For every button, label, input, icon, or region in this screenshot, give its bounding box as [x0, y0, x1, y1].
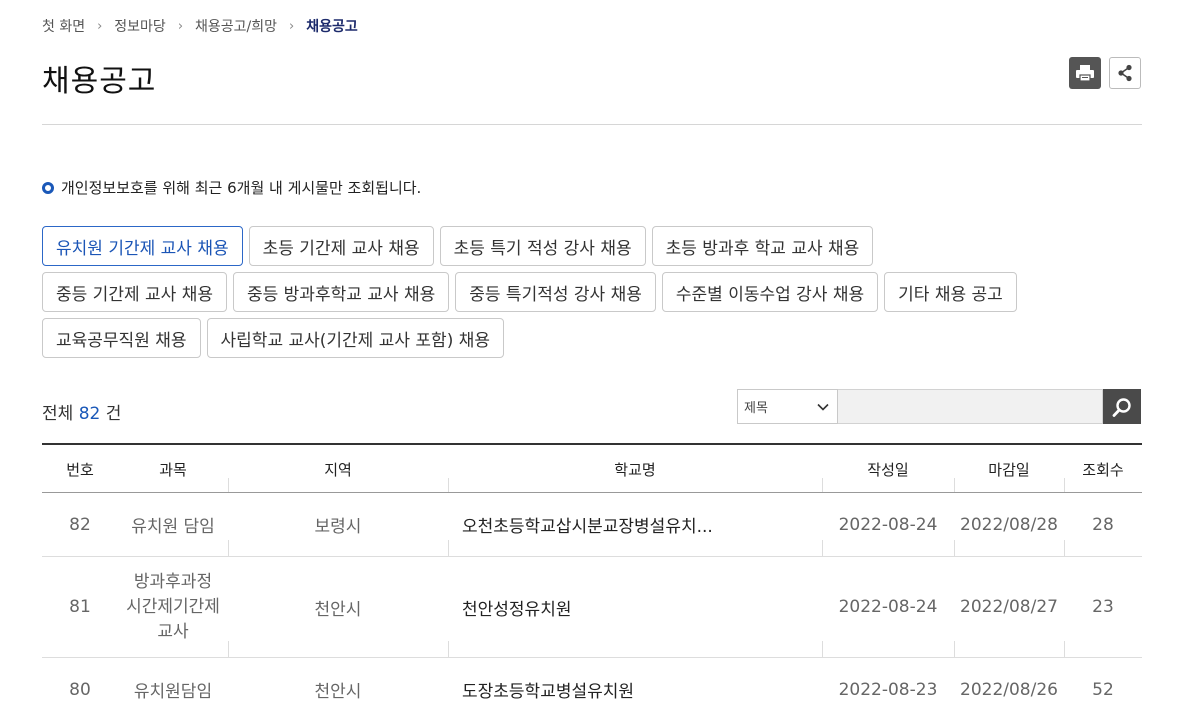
cell-number: 81: [69, 597, 91, 617]
total-suffix: 건: [105, 404, 122, 424]
share-button[interactable]: [1109, 57, 1141, 89]
privacy-notice: 개인정보보호를 위해 최근 6개월 내 게시물만 조회됩니다.: [42, 177, 421, 198]
column-divider: [448, 641, 449, 657]
breadcrumb-jobs-hope[interactable]: 채용공고/희망: [195, 16, 277, 36]
category-kindergarten-temp-teacher[interactable]: 유치원 기간제 교사 채용: [42, 226, 243, 266]
column-divider: [448, 540, 449, 556]
chevron-right-icon: ›: [97, 18, 103, 34]
column-divider: [1064, 540, 1065, 556]
chevron-right-icon: ›: [289, 18, 295, 34]
category-private-school-teacher[interactable]: 사립학교 교사(기간제 교사 포함) 채용: [206, 318, 505, 358]
header-school: 학교명: [614, 460, 656, 479]
column-divider: [822, 478, 823, 492]
table-row[interactable]: 82 유치원 담임 보령시 오천초등학교삽시분교장병설유치... 2022-08…: [42, 493, 1142, 557]
chevron-down-icon: [817, 403, 829, 411]
search-field-select[interactable]: 제목: [737, 389, 838, 424]
cell-views: 52: [1092, 679, 1114, 700]
column-divider: [228, 641, 229, 657]
column-divider: [228, 540, 229, 556]
breadcrumb-home[interactable]: 첫 화면: [42, 16, 85, 36]
cell-written-date: 2022-08-24: [838, 597, 938, 617]
category-elementary-special-aptitude[interactable]: 초등 특기 적성 강사 채용: [439, 226, 646, 266]
column-divider: [228, 478, 229, 492]
cell-deadline: 2022/08/26: [960, 679, 1058, 700]
cell-region: 천안시: [314, 682, 362, 702]
cell-deadline: 2022/08/28: [960, 514, 1058, 535]
cell-views: 28: [1092, 514, 1114, 535]
column-divider: [954, 478, 955, 492]
category-level-class-instructor[interactable]: 수준별 이동수업 강사 채용: [661, 272, 879, 312]
header-written-date: 작성일: [867, 460, 909, 479]
search-field-value: 제목: [744, 401, 768, 416]
category-row: 유치원 기간제 교사 채용 초등 기간제 교사 채용 초등 특기 적성 강사 채…: [42, 226, 879, 266]
header-views: 조회수: [1082, 460, 1124, 479]
search-button[interactable]: [1103, 389, 1141, 424]
breadcrumb: 첫 화면 › 정보마당 › 채용공고/희망 › 채용공고: [42, 15, 358, 37]
header-subject: 과목: [159, 460, 187, 479]
category-row: 중등 기간제 교사 채용 중등 방과후학교 교사 채용 중등 특기적성 강사 채…: [42, 272, 1023, 312]
category-elementary-afterschool[interactable]: 초등 방과후 학교 교사 채용: [651, 226, 874, 266]
cell-subject: 유치원 담임: [131, 517, 215, 537]
table-row[interactable]: 81 방과후과정 시간제기간제교사 천안시 천안성정유치원 2022-08-24…: [42, 557, 1142, 658]
category-secondary-afterschool[interactable]: 중등 방과후학교 교사 채용: [232, 272, 450, 312]
cell-subject: 방과후과정 시간제기간제교사: [126, 571, 220, 642]
table-header: 번호 과목 지역 학교명 작성일 마감일 조회수: [42, 445, 1142, 493]
bullet-icon: [42, 181, 54, 194]
column-divider: [822, 540, 823, 556]
total-number: 82: [78, 404, 101, 424]
column-divider: [448, 478, 449, 492]
total-count: 전체 82 건: [42, 399, 121, 424]
search-input[interactable]: [838, 389, 1103, 424]
privacy-notice-text: 개인정보보호를 위해 최근 6개월 내 게시물만 조회됩니다.: [61, 179, 422, 197]
share-icon: [1118, 64, 1132, 82]
cell-views: 23: [1092, 597, 1114, 617]
page-title: 채용공고: [42, 64, 157, 99]
category-row: 교육공무직원 채용 사립학교 교사(기간제 교사 포함) 채용: [42, 318, 510, 358]
cell-school-link[interactable]: 도장초등학교병설유치원: [448, 658, 822, 705]
category-other-jobs[interactable]: 기타 채용 공고: [884, 272, 1017, 312]
category-secondary-temp-teacher[interactable]: 중등 기간제 교사 채용: [42, 272, 227, 312]
cell-written-date: 2022-08-24: [838, 514, 938, 535]
column-divider: [1064, 478, 1065, 492]
cell-region: 천안시: [314, 599, 362, 620]
column-divider: [954, 641, 955, 657]
category-elementary-temp-teacher[interactable]: 초등 기간제 교사 채용: [248, 226, 434, 266]
cell-written-date: 2022-08-23: [838, 679, 938, 700]
title-divider: [42, 124, 1142, 125]
header-deadline: 마감일: [988, 460, 1030, 479]
category-education-staff[interactable]: 교육공무직원 채용: [42, 318, 201, 358]
column-divider: [1064, 641, 1065, 657]
cell-school-link[interactable]: 천안성정유치원: [448, 557, 822, 657]
cell-number: 82: [69, 514, 91, 535]
print-button[interactable]: [1069, 57, 1101, 89]
cell-subject: 유치원담임: [133, 682, 213, 702]
search-bar: 제목: [737, 389, 1141, 424]
total-prefix: 전체: [42, 404, 74, 424]
table-row[interactable]: 80 유치원담임 천안시 도장초등학교병설유치원 2022-08-23 2022…: [42, 658, 1142, 705]
column-divider: [822, 641, 823, 657]
search-icon: [1112, 397, 1131, 417]
printer-icon: [1076, 65, 1094, 82]
job-posting-table: 번호 과목 지역 학교명 작성일 마감일 조회수 82 유치원 담임 보령시 오…: [42, 443, 1142, 705]
cell-deadline: 2022/08/27: [960, 597, 1058, 617]
category-secondary-special-aptitude[interactable]: 중등 특기적성 강사 채용: [455, 272, 656, 312]
header-number: 번호: [66, 460, 94, 479]
chevron-right-icon: ›: [177, 18, 184, 34]
breadcrumb-info[interactable]: 정보마당: [114, 16, 166, 36]
breadcrumb-current: 채용공고: [306, 19, 358, 35]
header-region: 지역: [324, 460, 352, 479]
cell-region: 보령시: [314, 517, 362, 537]
cell-number: 80: [69, 679, 91, 700]
cell-school-link[interactable]: 오천초등학교삽시분교장병설유치...: [448, 493, 822, 556]
column-divider: [954, 540, 955, 556]
